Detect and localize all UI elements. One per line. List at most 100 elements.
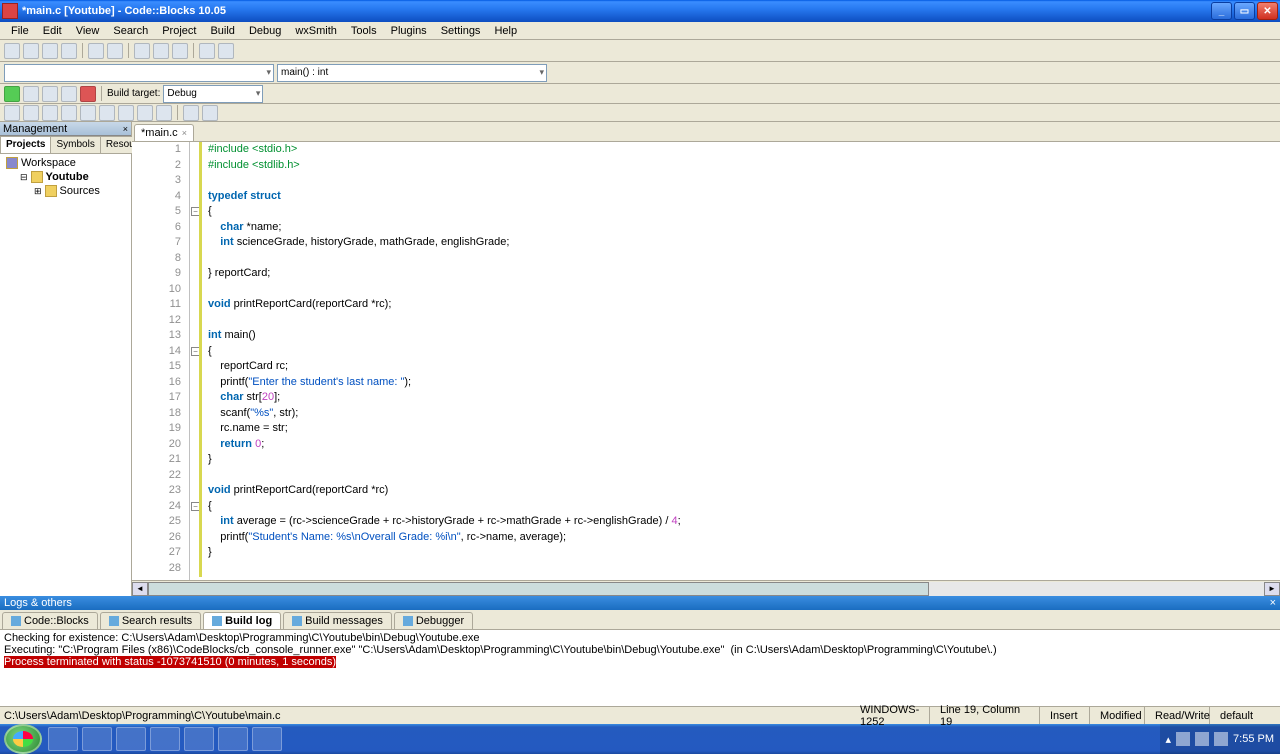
tray-icon[interactable] xyxy=(1176,732,1190,746)
task-item[interactable] xyxy=(218,727,248,751)
menu-file[interactable]: File xyxy=(4,23,36,39)
cut-icon[interactable] xyxy=(134,43,150,59)
stop-debug-icon[interactable] xyxy=(156,105,172,121)
log-tab-debugger[interactable]: Debugger xyxy=(394,612,473,629)
scroll-track[interactable] xyxy=(148,582,1264,596)
abort-icon[interactable] xyxy=(80,86,96,102)
log-body[interactable]: Checking for existence: C:\Users\Adam\De… xyxy=(0,630,1280,706)
workspace-icon xyxy=(6,157,18,169)
management-panel: Management × ProjectsSymbolsResou Worksp… xyxy=(0,122,132,596)
redo-icon[interactable] xyxy=(107,43,123,59)
menu-plugins[interactable]: Plugins xyxy=(384,23,434,39)
menu-tools[interactable]: Tools xyxy=(344,23,384,39)
tray-time[interactable]: 7:55 PM xyxy=(1233,733,1274,745)
break-icon[interactable] xyxy=(137,105,153,121)
open-icon[interactable] xyxy=(23,43,39,59)
menu-debug[interactable]: Debug xyxy=(242,23,288,39)
build-target-combo[interactable]: Debug xyxy=(163,85,263,103)
log-line: Checking for existence: C:\Users\Adam\De… xyxy=(4,632,1276,644)
task-item[interactable] xyxy=(184,727,214,751)
menu-settings[interactable]: Settings xyxy=(434,23,488,39)
build-icon[interactable] xyxy=(23,86,39,102)
menu-wxsmith[interactable]: wxSmith xyxy=(288,23,344,39)
log-tab-icon xyxy=(212,616,222,626)
menu-project[interactable]: Project xyxy=(155,23,203,39)
scroll-thumb[interactable] xyxy=(148,582,929,596)
task-item[interactable] xyxy=(116,727,146,751)
scroll-right-icon[interactable]: ► xyxy=(1264,582,1280,596)
menu-search[interactable]: Search xyxy=(106,23,155,39)
window-title: *main.c [Youtube] - Code::Blocks 10.05 xyxy=(22,5,1211,17)
menu-build[interactable]: Build xyxy=(203,23,241,39)
debug-continue-icon[interactable] xyxy=(4,105,20,121)
start-button[interactable] xyxy=(4,724,42,754)
file-tab-main[interactable]: *main.c × xyxy=(134,124,194,141)
tab-close-icon[interactable]: × xyxy=(182,128,187,138)
tray-icon[interactable] xyxy=(1214,732,1228,746)
mgmt-tab-projects[interactable]: Projects xyxy=(0,136,51,153)
save-icon[interactable] xyxy=(42,43,58,59)
rebuild-icon[interactable] xyxy=(61,86,77,102)
step-out-icon[interactable] xyxy=(80,105,96,121)
tree-project[interactable]: ⊟Youtube xyxy=(2,170,129,184)
step-into-icon[interactable] xyxy=(61,105,77,121)
title-bar: *main.c [Youtube] - Code::Blocks 10.05 _… xyxy=(0,0,1280,22)
copy-icon[interactable] xyxy=(153,43,169,59)
project-tree[interactable]: Workspace ⊟Youtube ⊞Sources xyxy=(0,154,131,596)
debug-windows-icon[interactable] xyxy=(183,105,199,121)
log-line: Executing: "C:\Program Files (x86)\CodeB… xyxy=(4,644,1276,656)
horizontal-scrollbar[interactable]: ◄ ► xyxy=(132,580,1280,596)
new-icon[interactable] xyxy=(4,43,20,59)
scroll-left-icon[interactable]: ◄ xyxy=(132,582,148,596)
main-toolbar xyxy=(0,40,1280,62)
run-to-cursor-icon[interactable] xyxy=(23,105,39,121)
tree-workspace[interactable]: Workspace xyxy=(2,156,129,170)
menu-bar: FileEditViewSearchProjectBuildDebugwxSmi… xyxy=(0,22,1280,40)
task-item[interactable] xyxy=(48,727,78,751)
log-tab-icon xyxy=(403,616,413,626)
build-run-icon[interactable] xyxy=(42,86,58,102)
menu-help[interactable]: Help xyxy=(487,23,524,39)
maximize-button[interactable]: ▭ xyxy=(1234,2,1255,20)
find-icon[interactable] xyxy=(199,43,215,59)
function-combo[interactable]: main() : int xyxy=(277,64,547,82)
log-tab-build-log[interactable]: Build log xyxy=(203,612,281,629)
logs-close-icon[interactable]: × xyxy=(1270,597,1276,609)
tree-sources[interactable]: ⊞Sources xyxy=(2,184,129,198)
menu-view[interactable]: View xyxy=(69,23,107,39)
management-title: Management × xyxy=(0,122,131,136)
tray-icon[interactable] xyxy=(1195,732,1209,746)
log-tab-search-results[interactable]: Search results xyxy=(100,612,201,629)
management-close-icon[interactable]: × xyxy=(123,124,128,134)
log-tab-code-blocks[interactable]: Code::Blocks xyxy=(2,612,98,629)
main-area: Management × ProjectsSymbolsResou Worksp… xyxy=(0,122,1280,596)
step-instr-icon[interactable] xyxy=(118,105,134,121)
paste-icon[interactable] xyxy=(172,43,188,59)
system-tray[interactable]: ▴ 7:55 PM xyxy=(1160,724,1280,754)
replace-icon[interactable] xyxy=(218,43,234,59)
logs-title-bar: Logs & others × xyxy=(0,596,1280,610)
next-line-icon[interactable] xyxy=(42,105,58,121)
code-editor[interactable]: 1234567891011121314151617181920212223242… xyxy=(132,142,1280,580)
minimize-button[interactable]: _ xyxy=(1211,2,1232,20)
scope-combo[interactable] xyxy=(4,64,274,82)
next-instr-icon[interactable] xyxy=(99,105,115,121)
undo-icon[interactable] xyxy=(88,43,104,59)
log-tab-icon xyxy=(11,616,21,626)
change-bar xyxy=(199,142,202,577)
save-all-icon[interactable] xyxy=(61,43,77,59)
close-button[interactable]: ✕ xyxy=(1257,2,1278,20)
task-item[interactable] xyxy=(150,727,180,751)
menu-edit[interactable]: Edit xyxy=(36,23,69,39)
info-icon[interactable] xyxy=(202,105,218,121)
task-item[interactable] xyxy=(252,727,282,751)
run-icon[interactable] xyxy=(4,86,20,102)
log-tab-build-messages[interactable]: Build messages xyxy=(283,612,392,629)
code-lines[interactable]: #include <stdio.h>#include <stdlib.h>typ… xyxy=(202,142,1280,580)
task-item[interactable] xyxy=(82,727,112,751)
status-bar: C:\Users\Adam\Desktop\Programming\C\Yout… xyxy=(0,706,1280,724)
mgmt-tab-symbols[interactable]: Symbols xyxy=(50,136,100,153)
tray-up-icon[interactable]: ▴ xyxy=(1166,733,1172,746)
status-encoding: WINDOWS-1252 xyxy=(850,707,930,724)
status-position: Line 19, Column 19 xyxy=(930,707,1040,724)
